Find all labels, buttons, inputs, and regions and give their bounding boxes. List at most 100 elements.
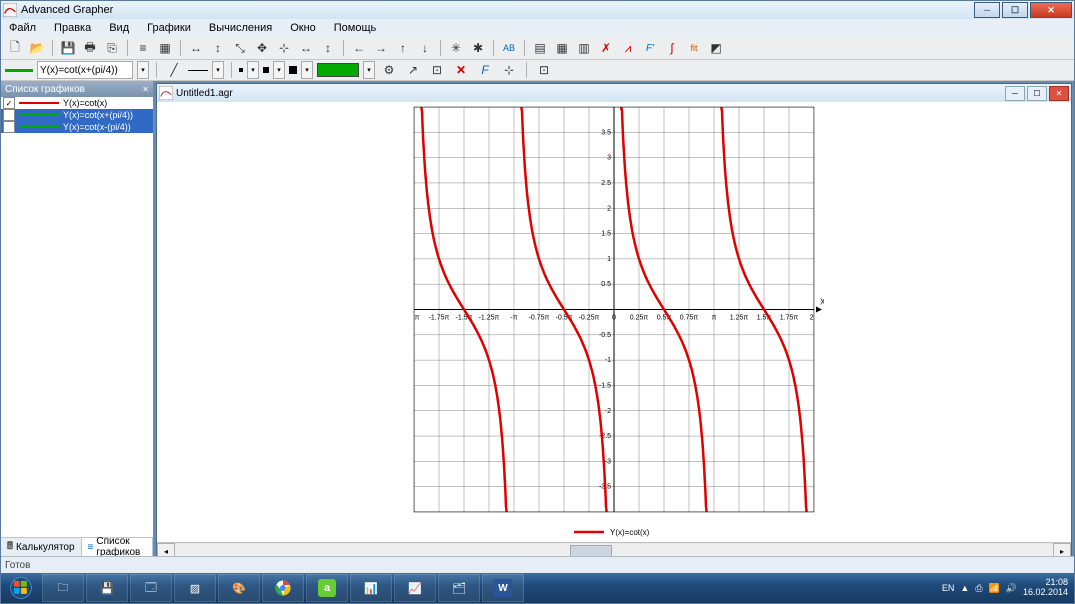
graph-checkbox-0[interactable]: ✓	[3, 97, 15, 109]
graph-row-1[interactable]: Y(x)=cot(x+(pi/4))	[1, 109, 153, 121]
fx-icon[interactable]: F'	[640, 38, 660, 58]
task-gimp[interactable]: 🎨	[218, 574, 260, 602]
task-app-2[interactable]: 🗔	[130, 574, 172, 602]
task-chrome[interactable]	[262, 574, 304, 602]
linestyle-dropdown[interactable]: ▾	[212, 61, 224, 79]
width-small-icon[interactable]	[239, 68, 243, 72]
trace-icon[interactable]: ✳	[446, 38, 466, 58]
fit-h-icon[interactable]: ↔	[296, 38, 316, 58]
menu-view[interactable]: Вид	[105, 21, 133, 35]
table-icon[interactable]: ▦	[552, 38, 572, 58]
graph-row-2[interactable]: Y(x)=cot(x-(pi/4))	[1, 121, 153, 133]
doc-minimize-button[interactable]: ─	[1005, 86, 1025, 101]
svg-text:2: 2	[607, 205, 611, 212]
task-word[interactable]: W	[482, 574, 524, 602]
prop-icon-6[interactable]: ⊡	[534, 60, 554, 80]
prop-icon-5[interactable]: ⊹	[499, 60, 519, 80]
tray-network-icon[interactable]: ⎙	[975, 583, 982, 594]
width-dropdown-3[interactable]: ▾	[301, 61, 313, 79]
task-app-5[interactable]: 🗂	[438, 574, 480, 602]
graph-checkbox-2[interactable]	[3, 121, 15, 133]
menu-window[interactable]: Окно	[286, 21, 320, 35]
save-icon[interactable]: 💾	[58, 38, 78, 58]
start-button[interactable]	[1, 573, 41, 603]
fit-v-icon[interactable]: ↕	[318, 38, 338, 58]
zoom-in-icon[interactable]: ⊹	[274, 38, 294, 58]
taskbar: 🗀 💾 🗔 ▨ 🎨 a 📊 📈 🗂 W EN ▲ ⎙ 📶 🔊 21:08 16.…	[1, 573, 1074, 603]
prop-icon-4[interactable]: F	[475, 60, 495, 80]
width-large-icon[interactable]	[289, 66, 297, 74]
menu-calc[interactable]: Вычисления	[205, 21, 276, 35]
tray-lang[interactable]: EN	[942, 583, 955, 593]
pan-up-icon[interactable]: ↑	[393, 38, 413, 58]
settings-icon[interactable]: ◩	[706, 38, 726, 58]
label-icon[interactable]: AB	[499, 38, 519, 58]
window-icon[interactable]: ▥	[574, 38, 594, 58]
integral-icon[interactable]: ∫	[662, 38, 682, 58]
window-minimize-button[interactable]: ─	[974, 2, 1000, 18]
scroll-thumb[interactable]	[570, 545, 612, 556]
formula-input[interactable]	[37, 61, 133, 79]
open-icon[interactable]: 📂	[27, 38, 47, 58]
new-icon[interactable]: 🗋	[5, 38, 25, 58]
copy-icon[interactable]: ⎘	[102, 38, 122, 58]
doc-maximize-button[interactable]: ☐	[1027, 86, 1047, 101]
svg-text:-π: -π	[510, 315, 517, 322]
plot-area[interactable]: XY-2π-1.75π-1.5π-1.25π-π-0.75π-0.5π-0.25…	[404, 102, 824, 542]
zoom-area-icon[interactable]: ✥	[252, 38, 272, 58]
tab-calculator[interactable]: 🖩 Калькулятор	[1, 538, 82, 556]
prop-icon-3[interactable]: ⊡	[427, 60, 447, 80]
tray-clock[interactable]: 21:08 16.02.2014	[1023, 578, 1068, 598]
menu-help[interactable]: Помощь	[330, 21, 381, 35]
pan-down-icon[interactable]: ↓	[415, 38, 435, 58]
delete-icon[interactable]: ✕	[451, 60, 471, 80]
list-icon[interactable]: ≡	[133, 38, 153, 58]
pan-right-icon[interactable]: →	[371, 38, 391, 58]
options-icon[interactable]: ▤	[530, 38, 550, 58]
horizontal-scrollbar[interactable]: ◂ ▸	[157, 542, 1071, 556]
color-swatch[interactable]	[5, 69, 33, 72]
task-app-4[interactable]: a	[306, 574, 348, 602]
fill-color-swatch[interactable]	[317, 63, 359, 77]
menu-edit[interactable]: Правка	[50, 21, 95, 35]
arrow-lr-icon[interactable]: ↔	[186, 38, 206, 58]
linestyle-button[interactable]: ╱	[164, 60, 184, 80]
system-tray[interactable]: EN ▲ ⎙ 📶 🔊 21:08 16.02.2014	[936, 573, 1074, 603]
task-grapher[interactable]: 📈	[394, 574, 436, 602]
sidebar-close-icon[interactable]: ✕	[142, 85, 149, 94]
tray-volume-icon[interactable]: 🔊	[1006, 583, 1017, 594]
width-dropdown-1[interactable]: ▾	[247, 61, 259, 79]
intersect-icon[interactable]: ✱	[468, 38, 488, 58]
fill-dropdown[interactable]: ▾	[363, 61, 375, 79]
width-med-icon[interactable]	[263, 67, 269, 73]
grid-icon[interactable]: ▦	[155, 38, 175, 58]
scroll-left-button[interactable]: ◂	[157, 543, 175, 556]
fit-curve-icon[interactable]: fit	[684, 38, 704, 58]
tab-graph-list[interactable]: ≡ Список графиков	[82, 538, 153, 556]
tray-flag-icon[interactable]: ▲	[960, 583, 969, 593]
window-close-button[interactable]: ✕	[1030, 2, 1072, 18]
task-explorer[interactable]: 🗀	[42, 574, 84, 602]
roots-icon[interactable]: ✗	[596, 38, 616, 58]
extrema-icon[interactable]: ⩘	[618, 38, 638, 58]
print-icon[interactable]: 🖶	[80, 38, 100, 58]
scroll-right-button[interactable]: ▸	[1053, 543, 1071, 556]
arrow-ud-icon[interactable]: ↕	[208, 38, 228, 58]
pan-left-icon[interactable]: ←	[349, 38, 369, 58]
menu-graphs[interactable]: Графики	[143, 21, 195, 35]
app-title: Advanced Grapher	[21, 4, 113, 16]
graph-row-0[interactable]: ✓ Y(x)=cot(x)	[1, 97, 153, 109]
doc-close-button[interactable]: ✕	[1049, 86, 1069, 101]
task-app-1[interactable]: 💾	[86, 574, 128, 602]
zoom-out-h-icon[interactable]: ⤡	[230, 38, 250, 58]
window-maximize-button[interactable]: ☐	[1002, 2, 1028, 18]
formula-dropdown[interactable]: ▾	[137, 61, 149, 79]
prop-icon-2[interactable]: ↗	[403, 60, 423, 80]
menu-file[interactable]: Файл	[5, 21, 40, 35]
prop-icon-1[interactable]: ⚙	[379, 60, 399, 80]
tray-signal-icon[interactable]: 📶	[989, 583, 1000, 594]
graph-checkbox-1[interactable]	[3, 109, 15, 121]
width-dropdown-2[interactable]: ▾	[273, 61, 285, 79]
task-app-3[interactable]: ▨	[174, 574, 216, 602]
task-powerpoint[interactable]: 📊	[350, 574, 392, 602]
